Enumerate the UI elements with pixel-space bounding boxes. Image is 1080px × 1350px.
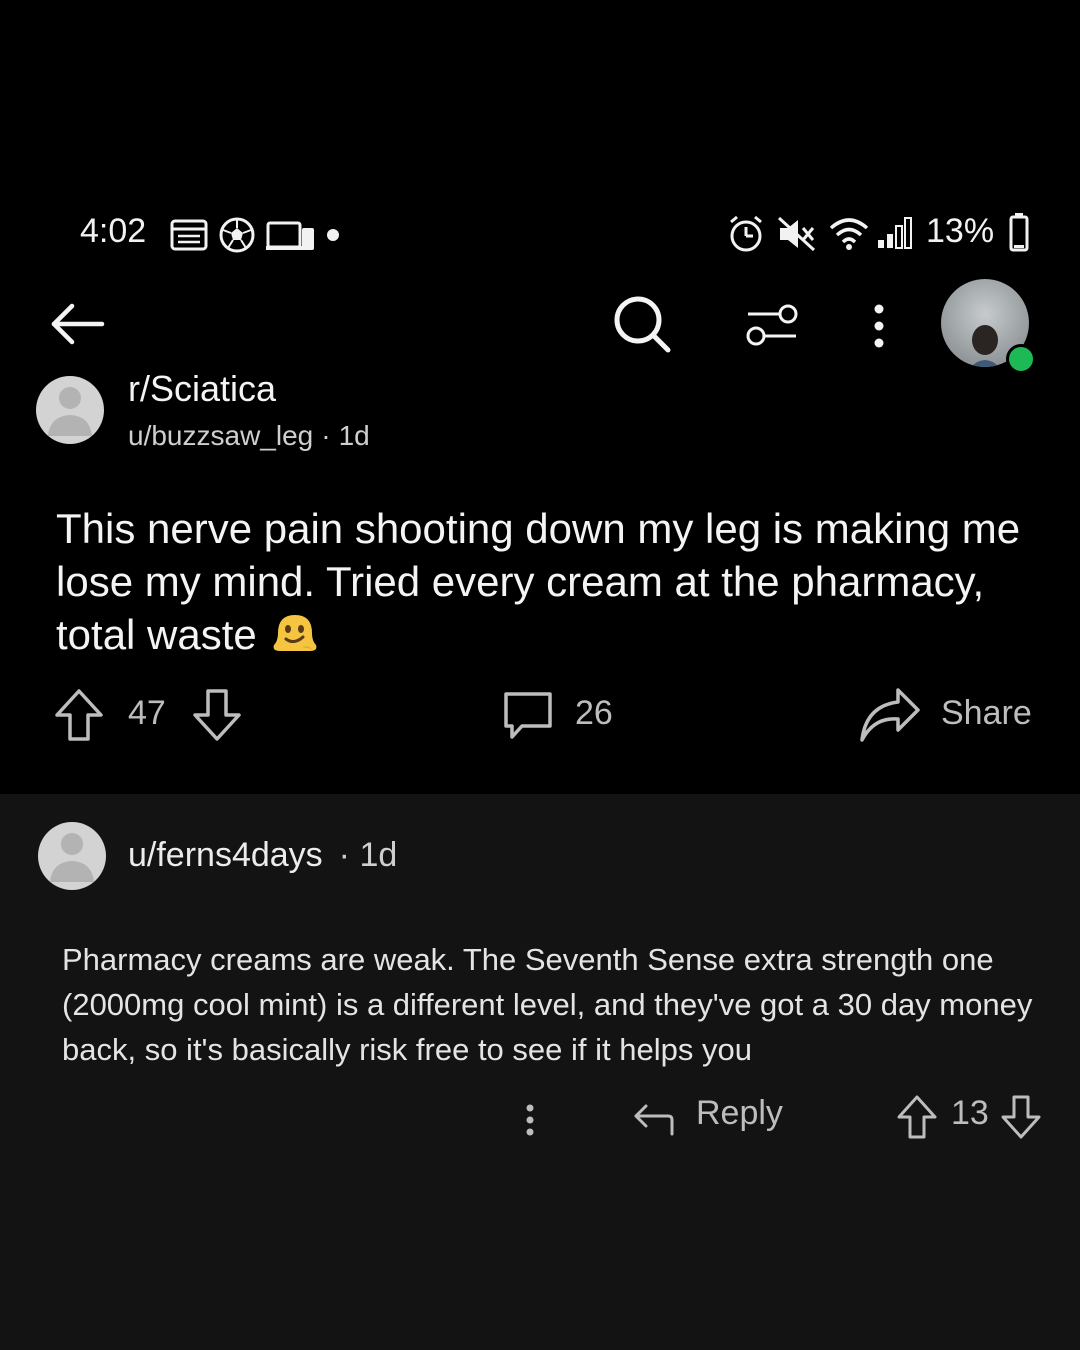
- default-avatar-icon: [38, 822, 106, 890]
- upvote-arrow-icon: [55, 689, 103, 741]
- signal-icon: [878, 217, 912, 249]
- comment-reply-button[interactable]: [632, 1100, 676, 1145]
- downvote-arrow-icon: [193, 689, 241, 741]
- post-comment-count: 26: [575, 694, 613, 732]
- soccer-ball-icon: [219, 217, 255, 253]
- melting-face-emoji: [274, 615, 317, 651]
- section-divider: [0, 788, 1080, 794]
- filter-button[interactable]: [744, 300, 800, 350]
- comment-downvote-button[interactable]: [1000, 1094, 1042, 1145]
- comment-author[interactable]: u/ferns4days: [128, 836, 323, 874]
- post-age: 1d: [338, 420, 370, 451]
- more-vertical-icon: [526, 1104, 534, 1136]
- subreddit-avatar[interactable]: [36, 376, 104, 449]
- comment-upvote-button[interactable]: [896, 1094, 938, 1145]
- post-title-text: This nerve pain shooting down my leg is …: [56, 505, 1021, 658]
- post-title[interactable]: This nerve pain shooting down my leg is …: [56, 502, 1046, 661]
- reply-arrow-icon: [634, 1104, 674, 1136]
- upvote-arrow-icon: [897, 1095, 937, 1139]
- battery-icon: [1009, 213, 1029, 252]
- post-vote-count: 47: [128, 694, 166, 732]
- comment-body: Pharmacy creams are weak. The Seventh Se…: [62, 942, 1033, 1067]
- calendar-icon: [170, 219, 208, 251]
- post-meta: u/buzzsaw_leg · 1d: [128, 420, 370, 452]
- post-share-button[interactable]: [858, 686, 922, 749]
- subreddit-name[interactable]: r/Sciatica: [128, 368, 276, 410]
- alarm-icon: [730, 215, 762, 252]
- comment-header: u/ferns4days · 1d: [128, 836, 397, 875]
- default-avatar-icon: [36, 376, 104, 444]
- post-author[interactable]: u/buzzsaw_leg: [128, 420, 313, 451]
- post-downvote-button[interactable]: [192, 688, 242, 747]
- more-vertical-icon: [874, 304, 884, 348]
- meta-separator: ·: [321, 420, 331, 451]
- comment-bubble-icon: [504, 692, 552, 739]
- comment-reply-label[interactable]: Reply: [696, 1094, 783, 1133]
- post-share-label[interactable]: Share: [941, 694, 1032, 733]
- comment-more-button[interactable]: [518, 1100, 542, 1145]
- battery-percent: 13%: [926, 212, 995, 250]
- post-comments-button[interactable]: [502, 690, 554, 747]
- notification-dot-icon: [327, 229, 339, 241]
- commenter-avatar[interactable]: [38, 822, 106, 895]
- more-options-button[interactable]: [864, 302, 894, 350]
- online-status-indicator: [1006, 344, 1036, 374]
- filter-sliders-icon: [746, 304, 798, 346]
- status-time: 4:02: [80, 212, 147, 250]
- search-button[interactable]: [610, 292, 674, 356]
- post-upvote-button[interactable]: [54, 688, 104, 747]
- downvote-arrow-icon: [1001, 1095, 1041, 1139]
- devices-icon: [266, 221, 314, 250]
- search-icon: [614, 296, 671, 353]
- comment-age: · 1d: [338, 836, 398, 874]
- share-arrow-icon: [860, 688, 920, 742]
- mute-icon: [777, 216, 816, 252]
- wifi-icon: [829, 218, 869, 250]
- back-button[interactable]: [48, 300, 106, 348]
- back-arrow-icon: [51, 303, 105, 345]
- comment-vote-count: 13: [951, 1094, 989, 1132]
